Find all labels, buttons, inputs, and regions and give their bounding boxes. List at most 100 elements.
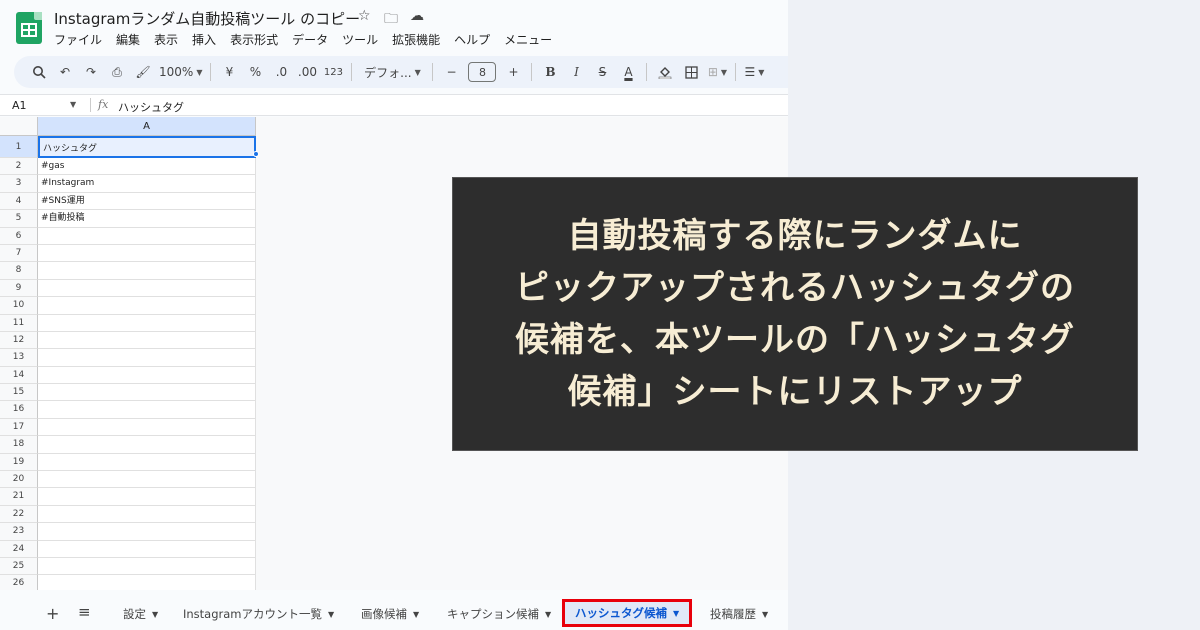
cell-a[interactable] xyxy=(38,314,256,332)
add-sheet-button[interactable]: + xyxy=(46,604,59,623)
row-header[interactable]: 4 xyxy=(0,192,38,211)
text-color-button[interactable]: A xyxy=(615,60,641,84)
row-header[interactable]: 6 xyxy=(0,227,38,245)
chevron-down-icon[interactable]: ▼ xyxy=(70,100,76,109)
borders-icon[interactable] xyxy=(678,60,704,84)
row-header[interactable]: 11 xyxy=(0,314,38,332)
cell-a[interactable] xyxy=(38,401,256,419)
cell-a[interactable]: #Instagram xyxy=(38,175,256,193)
sheet-tab-image-candidates[interactable]: 画像候補 ▼ xyxy=(361,606,419,622)
sheet-tab-instagram-accounts[interactable]: Instagramアカウント一覧 ▼ xyxy=(183,606,334,622)
row-header[interactable]: 5 xyxy=(0,210,38,228)
menu-custom[interactable]: メニュー xyxy=(504,31,552,48)
cell-a[interactable] xyxy=(38,227,256,245)
sheet-tab-caption-candidates[interactable]: キャプション候補 ▼ xyxy=(447,606,551,622)
row-header[interactable]: 8 xyxy=(0,262,38,280)
cell-a[interactable] xyxy=(38,262,256,280)
row-header[interactable]: 17 xyxy=(0,418,38,437)
cell-a[interactable] xyxy=(38,453,256,472)
sheet-tab-post-history[interactable]: 投稿履歴 ▼ xyxy=(710,606,768,622)
folder-move-icon[interactable]: 🗀 xyxy=(384,8,398,32)
cell-a[interactable] xyxy=(38,505,256,524)
menu-tools[interactable]: ツール xyxy=(342,31,378,48)
merge-cells-icon[interactable]: ⊞ ▼ xyxy=(704,60,730,84)
all-sheets-menu-button[interactable]: ≡ xyxy=(78,603,91,621)
search-icon[interactable] xyxy=(26,60,52,84)
row-header[interactable]: 23 xyxy=(0,523,38,541)
cell-a[interactable] xyxy=(38,471,256,489)
row-header[interactable]: 18 xyxy=(0,436,38,454)
cell-a[interactable] xyxy=(38,349,256,367)
row-header[interactable]: 10 xyxy=(0,297,38,315)
cell-a[interactable] xyxy=(38,523,256,541)
italic-button[interactable]: I xyxy=(563,60,589,84)
menu-file[interactable]: ファイル xyxy=(54,31,102,48)
name-box[interactable]: A1 xyxy=(12,99,27,112)
row-header[interactable]: 12 xyxy=(0,331,38,350)
row-header[interactable]: 25 xyxy=(0,557,38,576)
cell-a[interactable] xyxy=(38,384,256,402)
fill-color-icon[interactable] xyxy=(652,60,678,84)
font-size-decrease-button[interactable]: − xyxy=(438,60,464,84)
menu-data[interactable]: データ xyxy=(292,31,328,48)
currency-format-button[interactable]: ¥ xyxy=(216,60,242,84)
row-header[interactable]: 24 xyxy=(0,540,38,558)
font-size-input[interactable]: 8 xyxy=(468,62,497,82)
row-header[interactable]: 26 xyxy=(0,575,38,590)
document-title[interactable]: Instagramランダム自動投稿ツール のコピー xyxy=(54,8,360,29)
increase-decimal-button[interactable]: .00 xyxy=(294,60,320,84)
cell-a[interactable] xyxy=(38,575,256,590)
redo-icon[interactable]: ↷ xyxy=(78,60,104,84)
font-size-increase-button[interactable]: + xyxy=(500,60,526,84)
cell-a[interactable] xyxy=(38,297,256,315)
row-header[interactable]: 13 xyxy=(0,349,38,367)
row-header[interactable]: 1 xyxy=(0,136,38,158)
column-header-a[interactable]: A xyxy=(38,117,256,136)
cell-a[interactable]: #自動投稿 xyxy=(38,210,256,228)
cell-a[interactable] xyxy=(38,418,256,437)
menu-extensions[interactable]: 拡張機能 xyxy=(392,31,440,48)
strikethrough-button[interactable]: S xyxy=(589,60,615,84)
formula-input[interactable]: ハッシュタグ xyxy=(118,99,184,115)
row-header[interactable]: 21 xyxy=(0,488,38,506)
sheet-tab-settings[interactable]: 設定 ▼ xyxy=(123,606,158,622)
print-icon[interactable]: ⎙ xyxy=(104,60,130,84)
cell-a[interactable] xyxy=(38,557,256,576)
selection-fill-handle[interactable] xyxy=(253,151,259,157)
row-header[interactable]: 15 xyxy=(0,384,38,402)
row-header[interactable]: 22 xyxy=(0,505,38,524)
row-header[interactable]: 7 xyxy=(0,244,38,263)
cell-a[interactable] xyxy=(38,436,256,454)
cell-a[interactable] xyxy=(38,488,256,506)
menu-format[interactable]: 表示形式 xyxy=(230,31,278,48)
zoom-select[interactable]: 100% ▼ xyxy=(156,60,205,84)
cell-a[interactable] xyxy=(38,540,256,558)
row-header[interactable]: 14 xyxy=(0,366,38,385)
menu-edit[interactable]: 編集 xyxy=(116,31,140,48)
row-header[interactable]: 19 xyxy=(0,453,38,472)
sheet-tab-hashtag-candidates[interactable]: ハッシュタグ候補 ▼ xyxy=(562,599,693,627)
menu-help[interactable]: ヘルプ xyxy=(454,31,490,48)
star-icon[interactable]: ☆ xyxy=(358,8,371,24)
select-all-corner[interactable] xyxy=(0,117,38,136)
cell-a[interactable] xyxy=(38,331,256,350)
menu-view[interactable]: 表示 xyxy=(154,31,178,48)
cloud-status-icon[interactable]: ☁ xyxy=(410,8,424,24)
align-left-icon[interactable]: ☰ ▼ xyxy=(741,60,767,84)
row-header[interactable]: 9 xyxy=(0,279,38,298)
row-header[interactable]: 20 xyxy=(0,471,38,489)
cell-a[interactable]: #gas xyxy=(38,158,256,176)
cell-a[interactable] xyxy=(38,244,256,263)
number-format-button[interactable]: 123 xyxy=(320,60,346,84)
cell-a[interactable]: ハッシュタグ xyxy=(38,136,256,158)
row-header[interactable]: 3 xyxy=(0,175,38,193)
percent-format-button[interactable]: % xyxy=(242,60,268,84)
decrease-decimal-button[interactable]: .0 xyxy=(268,60,294,84)
cell-a[interactable] xyxy=(38,279,256,298)
cell-a[interactable]: #SNS運用 xyxy=(38,192,256,211)
font-family-select[interactable]: デフォ... ▼ xyxy=(357,60,427,84)
paint-format-icon[interactable]: 🖌 xyxy=(130,60,156,84)
menu-insert[interactable]: 挿入 xyxy=(192,31,216,48)
sheets-logo-icon[interactable] xyxy=(16,12,42,44)
row-header[interactable]: 16 xyxy=(0,401,38,419)
